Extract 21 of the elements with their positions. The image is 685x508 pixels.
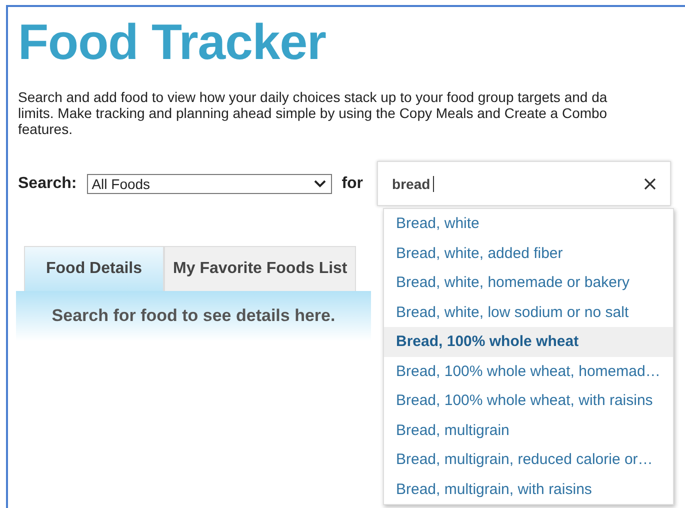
panel-message: Search for food to see details here. <box>52 306 336 326</box>
intro-paragraph: Search and add food to view how your daily choices stack up to your food group targets and da limits. Make tracking and planning ahead simple by using the Copy Meals and Create a Combo features. <box>18 89 608 137</box>
search-label: Search: <box>18 174 77 192</box>
category-select[interactable]: All Foods <box>86 174 332 194</box>
suggestion-item[interactable]: Bread, multigrain <box>384 416 673 445</box>
for-label: for <box>342 174 364 192</box>
tab[interactable]: My Favorite Foods List <box>164 246 356 291</box>
search-field[interactable]: bread <box>377 161 672 206</box>
tab[interactable]: Food Details <box>24 246 164 291</box>
close-icon[interactable] <box>644 178 656 190</box>
suggestion-item[interactable]: Bread, multigrain, reduced calorie or… <box>384 445 673 474</box>
suggestion-item[interactable]: Bread, white, low sodium or no salt <box>384 298 673 327</box>
chevron-down-icon <box>312 178 327 188</box>
suggestion-item[interactable]: Bread, 100% whole wheat <box>384 327 673 356</box>
suggestion-item[interactable]: Bread, 100% whole wheat, with raisins <box>384 386 673 416</box>
suggestion-item[interactable]: Bread, white, homemade or bakery <box>384 268 673 298</box>
suggestion-item[interactable]: Bread, white, added fiber <box>384 238 673 268</box>
page-title: Food Tracker <box>18 13 326 72</box>
suggestion-item[interactable]: Bread, white <box>384 209 673 238</box>
suggestion-item[interactable]: Bread, 100% whole wheat, homemad… <box>384 356 673 386</box>
suggestion-item[interactable]: Bread, multigrain, with raisins <box>384 474 673 504</box>
